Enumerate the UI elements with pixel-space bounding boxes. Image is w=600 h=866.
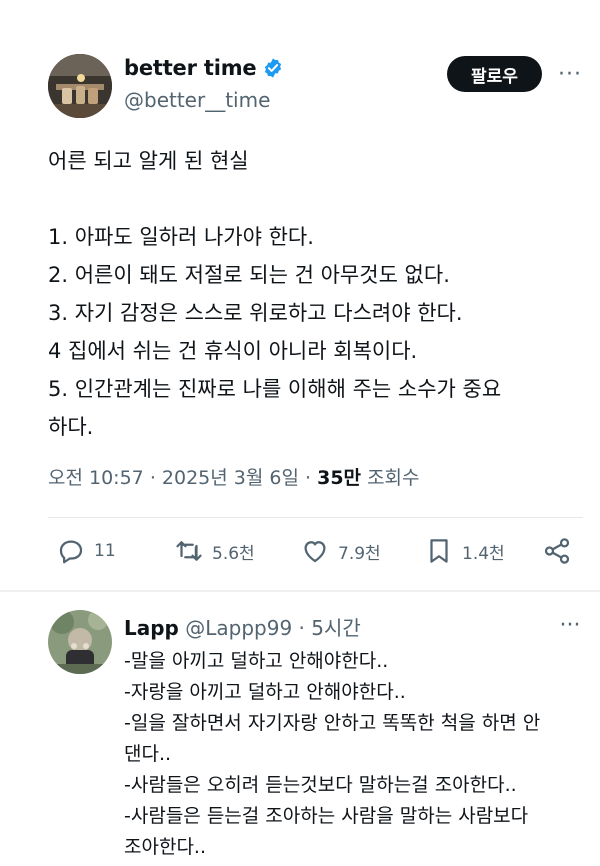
bookmark-icon [424,536,454,566]
reply-count: 11 [94,541,116,561]
divider [48,517,583,518]
reply-author-avatar[interactable] [48,610,112,674]
tweet-time[interactable]: 오전 10:57 [48,467,144,489]
reply-button[interactable]: 11 [56,536,116,566]
follow-button[interactable]: 팔로우 [447,56,542,92]
reply-text-line: -말을 아끼고 덜하고 안해야한다.. [124,650,389,672]
repost-icon [174,536,204,566]
reply-display-name[interactable]: Lapp [124,616,179,640]
tweet-text-line: 2. 어른이 돼도 저절로 되는 건 아무것도 없다. [48,263,450,287]
bookmark-count: 1.4천 [462,543,505,564]
reply-text-line: -사람들은 듣는걸 조아하는 사람을 말하는 사람보다 [124,805,529,827]
like-icon [300,536,330,566]
tweet-text: 어른 되고 알게 된 현실 1. 아파도 일하러 나가야 한다. 2. 어른이 … [48,142,568,446]
verified-badge-icon [262,57,284,79]
tweet-text-title: 어른 되고 알게 된 현실 [48,149,249,173]
like-count: 7.9천 [338,543,381,564]
share-button[interactable] [542,536,572,566]
tweet-text-line: 5. 인간관계는 진짜로 나를 이해해 주는 소수가 중요 [48,377,502,401]
reply-text: -말을 아끼고 덜하고 안해야한다.. -자랑을 아끼고 덜하고 안해야한다..… [124,646,586,863]
author-handle[interactable]: @better__time [124,88,270,112]
tweet-date[interactable]: 2025년 3월 6일 [162,467,299,489]
tweet-text-line: 4 집에서 쉬는 건 휴식이 아니라 회복이다. [48,339,418,363]
reply-text-line: -사람들은 오히려 듣는것보다 말하는걸 조아한다.. [124,774,517,796]
author-display-name[interactable]: better time [124,56,257,80]
repost-count: 5.6천 [212,543,255,564]
like-button[interactable]: 7.9천 [300,536,381,566]
bookmark-button[interactable]: 1.4천 [424,536,505,566]
reply-text-line: 조아한다.. [124,836,206,858]
views-label: 조회수 [367,467,420,489]
reply-time[interactable]: 5시간 [311,616,361,640]
reply-handle[interactable]: @Lappp99 [185,616,292,640]
author-avatar[interactable] [48,54,112,118]
meta-separator: · [305,467,312,489]
share-icon [542,536,572,566]
repost-button[interactable]: 5.6천 [174,536,255,566]
tweet-text-line: 하다. [48,415,94,439]
tweet-text-line: 3. 자기 감정은 스스로 위로하고 다스려야 한다. [48,301,463,325]
reply-icon [56,536,86,566]
views-count: 35만 [317,467,362,489]
reply-tweet[interactable]: Lapp @Lappp99 · 5시간 ··· -말을 아끼고 덜하고 안해야한… [0,592,600,866]
tweet: better time @better__time 팔로우 ··· 어른 되고 … [0,0,600,590]
action-bar: 11 5.6천 7.9천 1.4천 [48,536,578,572]
reply-text-line: -일을 잘하면서 자기자랑 안하고 똑똑한 척을 하면 안 [124,712,541,734]
meta-separator: · [149,467,156,489]
reply-text-line: -자랑을 아끼고 덜하고 안해야한다.. [124,681,406,703]
tweet-meta: 오전 10:57 · 2025년 3월 6일 · 35만 조회수 [48,463,420,490]
reply-text-line: 댄다.. [124,743,172,765]
reply-more-icon[interactable]: ··· [554,612,586,638]
reply-separator: · [298,616,305,640]
reply-header: Lapp @Lappp99 · 5시간 [124,612,361,641]
more-icon[interactable]: ··· [554,60,586,88]
author-name-row: better time [124,56,284,80]
tweet-text-line: 1. 아파도 일하러 나가야 한다. [48,225,314,249]
